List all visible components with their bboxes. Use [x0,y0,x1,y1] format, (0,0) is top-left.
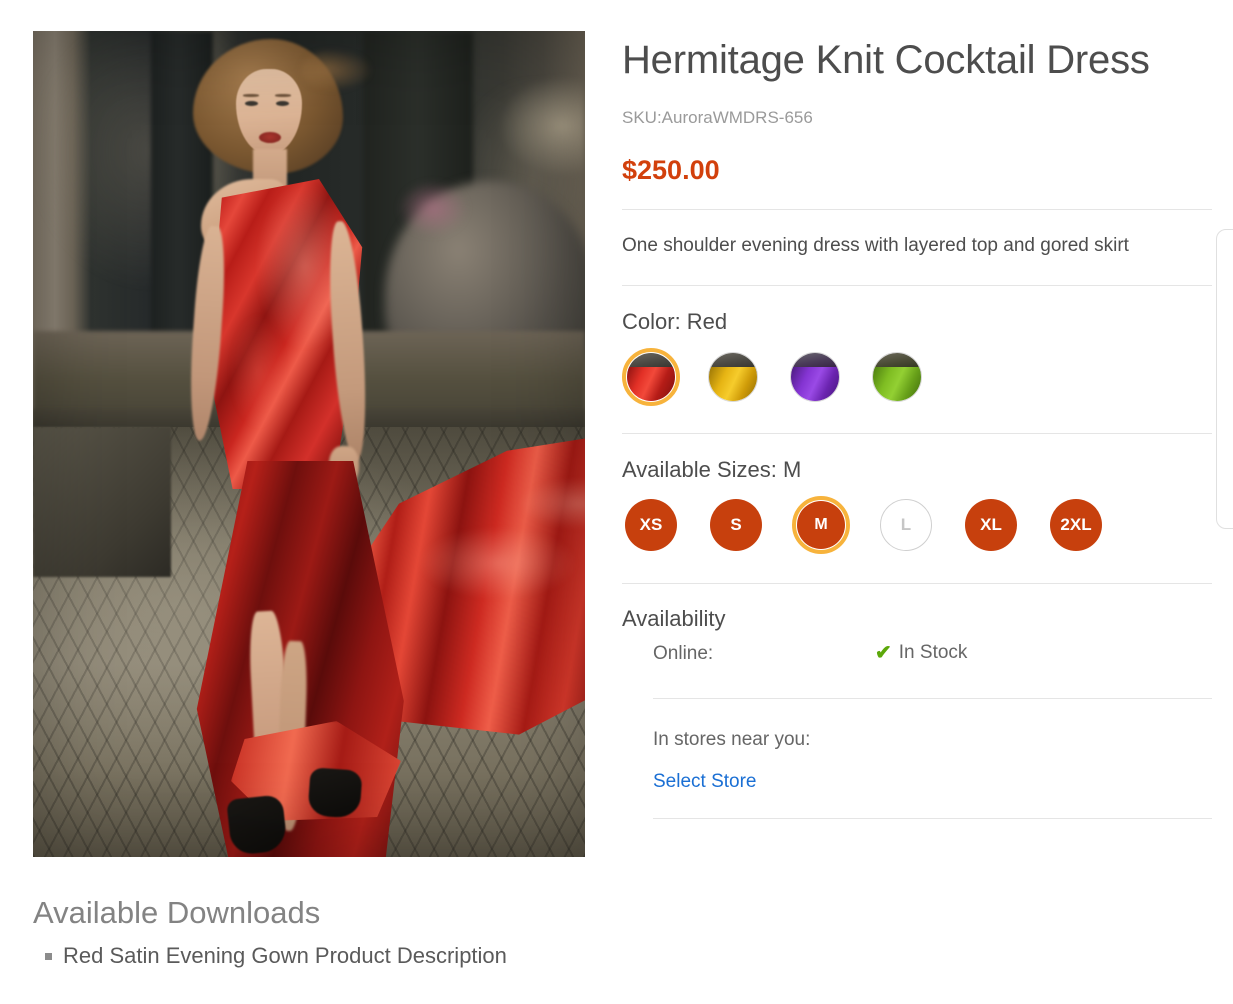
size-option-s[interactable]: S [707,496,765,554]
availability-online-row: Online: ✔ In Stock [622,642,1212,665]
stock-status-text: In Stock [898,641,968,663]
color-swatch-green-image [872,351,922,402]
availability-online-value: ✔ In Stock [875,642,967,664]
size-option-m[interactable]: M [792,495,850,554]
size-option-s-label: S [710,498,762,551]
divider-above-availability [622,582,1212,584]
divider-below-online [653,697,1212,699]
downloads-list: Red Satin Evening Gown Product Descripti… [33,941,585,971]
page-title: Hermitage Knit Cocktail Dress [622,38,1150,82]
color-swatch-red-image [627,352,675,401]
side-panel-partial[interactable] [1216,229,1233,529]
download-item-label: Red Satin Evening Gown Product Descripti… [63,943,507,969]
color-swatch-gold-image [708,351,758,402]
downloads-heading: Available Downloads [33,895,321,930]
available-downloads-section: Available Downloads Red Satin Evening Go… [33,894,585,971]
download-list-item[interactable]: Red Satin Evening Gown Product Descripti… [45,941,585,971]
divider-above-sizes [622,432,1212,434]
size-option-l[interactable]: L [877,496,935,554]
size-option-l-label: L [880,498,932,551]
product-detail-page: Available Downloads Red Satin Evening Go… [0,0,1233,1004]
availability-heading: Availability [622,605,726,631]
availability-online-label: Online: [653,642,714,664]
color-swatch-purple[interactable] [786,348,844,406]
size-option-xl[interactable]: XL [962,496,1020,554]
size-option-xs-label: XS [625,498,677,551]
color-swatch-purple-image [790,351,840,402]
divider-below-select-store [653,818,1212,820]
size-option-xs[interactable]: XS [622,496,680,554]
stores-near-you-label: In stores near you: [653,728,811,750]
color-swatch-row [622,347,1212,406]
product-media-column: Available Downloads Red Satin Evening Go… [33,31,585,971]
color-swatch-red[interactable] [622,347,680,406]
product-info-column: Hermitage Knit Cocktail Dress SKU:Aurora… [622,38,1212,820]
color-swatch-gold[interactable] [704,348,762,406]
size-option-m-label: M [797,500,845,549]
divider-above-color [622,284,1212,286]
size-option-xl-label: XL [965,498,1017,551]
product-description: One shoulder evening dress with layered … [622,234,1129,256]
photo-vignette [33,31,585,857]
color-label: Color: Red [622,308,728,334]
color-swatch-green[interactable] [868,348,926,406]
size-option-2xl-label: 2XL [1050,498,1102,551]
size-selector-row: XS S M L XL 2XL [622,495,1212,554]
divider-above-description [622,208,1212,210]
size-option-2xl[interactable]: 2XL [1047,496,1105,554]
check-icon: ✔ [875,641,892,664]
select-store-link[interactable]: Select Store [622,771,757,793]
product-hero-image[interactable] [33,31,585,857]
sizes-label: Available Sizes: M [622,456,802,482]
product-price: $250.00 [622,154,720,185]
product-sku: SKU:AuroraWMDRS-656 [622,107,813,127]
